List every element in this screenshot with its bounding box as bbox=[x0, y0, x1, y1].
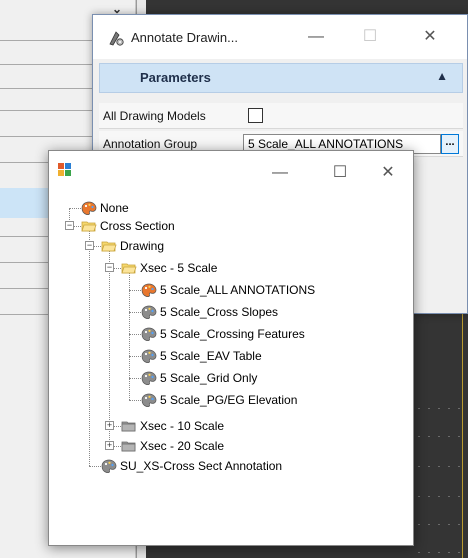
grid-dot bbox=[428, 496, 430, 497]
grid-dot bbox=[428, 524, 430, 525]
grid-dot bbox=[418, 436, 420, 437]
minimize-button[interactable]: — bbox=[265, 161, 295, 185]
grid-dot bbox=[428, 552, 430, 553]
tree-item-label: Xsec - 20 Scale bbox=[140, 439, 225, 453]
annotation-group-label: Annotation Group bbox=[103, 137, 198, 151]
folder-open-icon bbox=[121, 263, 137, 274]
palette-gray-icon bbox=[141, 371, 157, 386]
all-drawing-models-label: All Drawing Models bbox=[103, 109, 206, 123]
picker-titlebar[interactable]: — ☐ ✕ bbox=[49, 151, 413, 195]
grid-dot bbox=[438, 524, 440, 525]
close-button[interactable]: ✕ bbox=[415, 25, 445, 49]
folder-closed-icon bbox=[121, 441, 136, 452]
grid-dot bbox=[438, 552, 440, 553]
tree-item-label: None bbox=[100, 201, 129, 215]
grid-dot bbox=[428, 466, 430, 467]
grid-dot bbox=[448, 524, 450, 525]
grid-dot bbox=[458, 436, 460, 437]
grid-dot bbox=[418, 552, 420, 553]
maximize-button[interactable]: ☐ bbox=[325, 161, 355, 185]
tree-item-label: SU_XS-Cross Sect Annotation bbox=[120, 459, 283, 473]
all-drawing-models-row: All Drawing Models bbox=[99, 103, 463, 129]
grid-dot bbox=[458, 466, 460, 467]
grid-dot bbox=[418, 524, 420, 525]
tree-connector bbox=[109, 251, 110, 446]
annotate-titlebar[interactable]: Annotate Drawin... — ☐ ✕ bbox=[93, 15, 467, 59]
parameters-label: Parameters bbox=[140, 70, 211, 85]
palette-orange-icon bbox=[141, 283, 157, 298]
tree-item-label: Xsec - 10 Scale bbox=[140, 419, 225, 433]
palette-orange-icon bbox=[81, 201, 97, 216]
minimize-button[interactable]: — bbox=[301, 25, 331, 49]
annotation-group-picker-dialog: — ☐ ✕ None − Cross Section − Drawing − Xsec - … bbox=[48, 150, 414, 546]
palette-gray-icon bbox=[141, 327, 157, 342]
palette-gray-icon bbox=[141, 305, 157, 320]
grid-dot bbox=[438, 408, 440, 409]
collapse-button[interactable]: − bbox=[65, 221, 74, 230]
palette-gray-icon bbox=[141, 393, 157, 408]
grid-dot bbox=[428, 408, 430, 409]
app-window-icon bbox=[58, 163, 71, 176]
close-button[interactable]: ✕ bbox=[373, 161, 403, 185]
grid-dot bbox=[458, 524, 460, 525]
palette-gray-icon bbox=[141, 349, 157, 364]
tree-connector bbox=[89, 231, 90, 466]
grid-dot bbox=[438, 436, 440, 437]
palette-gray-icon bbox=[101, 459, 117, 474]
grid-dot bbox=[438, 496, 440, 497]
collapse-button[interactable]: − bbox=[105, 263, 114, 272]
grid-dot bbox=[458, 552, 460, 553]
annotate-dialog-title: Annotate Drawin... bbox=[131, 30, 238, 45]
grid-dot bbox=[448, 466, 450, 467]
grid-dot bbox=[418, 496, 420, 497]
grid-dot bbox=[418, 408, 420, 409]
tree-item-label: 5 Scale_Grid Only bbox=[160, 371, 258, 385]
grid-dot bbox=[448, 496, 450, 497]
browse-button[interactable]: ... bbox=[441, 134, 459, 154]
maximize-button[interactable]: ☐ bbox=[355, 25, 385, 49]
folder-open-icon bbox=[101, 241, 117, 252]
tree-item-label: 5 Scale_ALL ANNOTATIONS bbox=[160, 283, 316, 297]
tree-item-label: Drawing bbox=[120, 239, 165, 253]
expand-button[interactable]: + bbox=[105, 441, 114, 450]
all-drawing-models-checkbox[interactable] bbox=[248, 108, 263, 123]
parameters-section-header[interactable]: Parameters ▲ bbox=[99, 63, 463, 93]
annotation-group-tree: None − Cross Section − Drawing − Xsec - 5 Scal… bbox=[49, 195, 413, 545]
grid-dot bbox=[448, 408, 450, 409]
tree-item-label: 5 Scale_PG/EG Elevation bbox=[160, 393, 298, 407]
grid-dot bbox=[448, 552, 450, 553]
tree-item-label: 5 Scale_Crossing Features bbox=[160, 327, 305, 341]
collapse-button[interactable]: − bbox=[85, 241, 94, 250]
expand-button[interactable]: + bbox=[105, 421, 114, 430]
tree-item-label: 5 Scale_EAV Table bbox=[160, 349, 262, 363]
grid-dot bbox=[428, 436, 430, 437]
folder-open-icon bbox=[81, 221, 97, 232]
tree-item-label: 5 Scale_Cross Slopes bbox=[160, 305, 279, 319]
tree-item-label: Cross Section bbox=[100, 219, 175, 233]
grid-dot bbox=[458, 496, 460, 497]
folder-closed-icon bbox=[121, 421, 136, 432]
grid-dot bbox=[438, 466, 440, 467]
grid-dot bbox=[418, 466, 420, 467]
annotate-tool-icon bbox=[109, 31, 124, 46]
tree-connector bbox=[129, 273, 130, 400]
grid-dot bbox=[448, 436, 450, 437]
grid-dot bbox=[458, 408, 460, 409]
collapse-caret-icon[interactable]: ▲ bbox=[436, 69, 448, 83]
tree-item-label: Xsec - 5 Scale bbox=[140, 261, 218, 275]
